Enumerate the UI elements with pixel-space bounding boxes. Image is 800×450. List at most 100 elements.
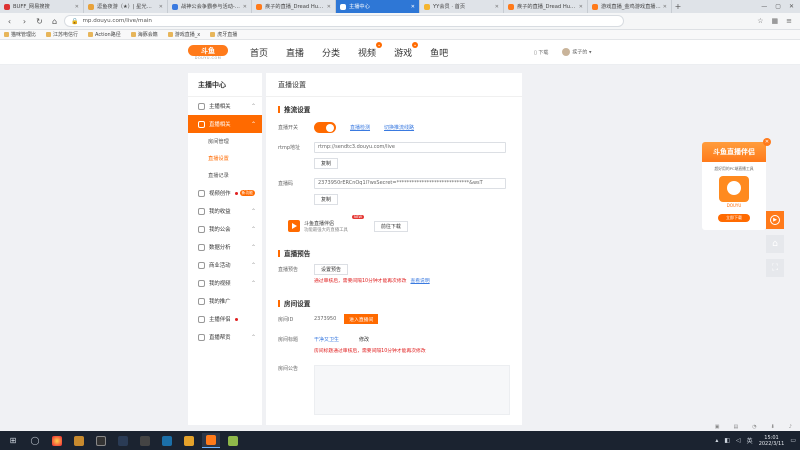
tab-close-icon[interactable]: ✕ xyxy=(663,4,667,10)
nav-home[interactable]: 首页 xyxy=(250,46,268,59)
sidebar-item-income[interactable]: 我的收益 ⌃ xyxy=(188,202,262,220)
clock[interactable]: 15:01 2022/3/11 xyxy=(759,435,785,447)
folder-icon xyxy=(88,32,94,37)
douyu-logo[interactable]: 斗鱼 DOUYU.COM xyxy=(188,44,228,61)
nav-category[interactable]: 分类 xyxy=(322,46,340,59)
stream-toggle[interactable] xyxy=(314,121,336,133)
sidebar-item-analytics[interactable]: 数据分析 ⌃ xyxy=(188,238,262,256)
screen-float-button[interactable]: ⛶ xyxy=(766,259,784,277)
sidebar-sub-live-settings[interactable]: 直播设置 xyxy=(188,150,262,167)
tab-close-icon[interactable]: ✕ xyxy=(327,4,331,10)
status-icon[interactable]: ▣ xyxy=(715,424,720,431)
maximize-icon[interactable]: ▢ xyxy=(775,3,781,10)
sidebar-item-guild[interactable]: 我的公会 ⌃ xyxy=(188,220,262,238)
home-float-button[interactable]: ⌂ xyxy=(766,235,784,253)
back-icon[interactable]: ‹ xyxy=(4,16,15,27)
address-bar[interactable]: 🔒 mp.douyu.com/live/main xyxy=(64,15,624,27)
browser-tab-active[interactable]: 主播中心 ✕ xyxy=(336,0,420,13)
tray-icon[interactable]: ▴ xyxy=(715,437,718,444)
bookmark-item[interactable]: Action路径 xyxy=(88,31,121,38)
stream-check-link[interactable]: 直播检测 xyxy=(350,124,370,131)
browser-tab[interactable]: 战神公会争霸参与活动-大月大幕✕ xyxy=(168,0,252,13)
nav-live[interactable]: 直播 xyxy=(286,46,304,59)
tab-close-icon[interactable]: ✕ xyxy=(159,4,163,10)
tab-close-icon[interactable]: ✕ xyxy=(243,4,247,10)
steam-icon[interactable] xyxy=(158,433,176,448)
tab-close-icon[interactable]: ✕ xyxy=(495,4,499,10)
ad-download-button[interactable]: 立即下载 xyxy=(718,214,750,222)
switch-line-link[interactable]: 切换推流线路 xyxy=(384,124,414,131)
search-icon[interactable]: ◯ xyxy=(26,433,44,448)
sidebar-item-video-creation[interactable]: 视频创作 新功能 xyxy=(188,184,262,202)
bookmark-item[interactable]: 江苏电信行 xyxy=(46,31,78,38)
tab-close-icon[interactable]: ✕ xyxy=(75,4,79,10)
new-tab-icon[interactable]: + xyxy=(672,0,684,13)
start-icon[interactable]: ⊞ xyxy=(4,433,22,448)
bookmark-item[interactable]: 海豚会籍 xyxy=(130,31,158,38)
forward-icon[interactable]: › xyxy=(19,16,30,27)
ime-icon[interactable]: 英 xyxy=(747,436,753,445)
stream-code-field[interactable]: 2373950rERCnOq1l?wsSecret=**************… xyxy=(314,177,506,189)
status-icon[interactable]: ◔ xyxy=(752,424,756,431)
notification-icon[interactable]: ▭ xyxy=(790,437,796,444)
bookmark-item[interactable]: 游戏直播_x xyxy=(167,31,200,38)
sidebar-item-my-video[interactable]: 我的视频 ⌃ xyxy=(188,274,262,292)
enter-room-button[interactable]: 进入直播间 xyxy=(344,314,379,324)
browser-tab[interactable]: 疾子的直播_Dread Hunger ✕ xyxy=(252,0,336,13)
ad-close-icon[interactable]: ✕ xyxy=(763,138,771,146)
browser-tab[interactable]: YY会员 · 首页 ✕ xyxy=(420,0,504,13)
bookmark-item[interactable]: 猫咪管理比 xyxy=(4,31,36,38)
sidebar-item-companion[interactable]: 主播伴侣 xyxy=(188,310,262,328)
nav-video[interactable]: 视频 • xyxy=(358,42,383,59)
edit-title-button[interactable]: 修改 xyxy=(353,333,376,345)
sidebar-item-live[interactable]: 直播相关 ⌃ xyxy=(188,115,262,133)
companion-ad[interactable]: 斗鱼直播伴侣 超好用的PC端直播工具 DOUYU 立即下载 xyxy=(702,142,766,230)
tab-close-icon[interactable]: ✕ xyxy=(579,4,583,10)
bookmark-item[interactable]: 虎牙直播 xyxy=(210,31,237,38)
app-icon[interactable] xyxy=(136,433,154,448)
close-window-icon[interactable]: ✕ xyxy=(789,3,794,10)
volume-icon[interactable]: ◁ xyxy=(736,437,741,444)
sidebar-item-promotion[interactable]: 我的推广 xyxy=(188,292,262,310)
star-icon[interactable]: ☆ xyxy=(757,17,763,25)
user-menu[interactable]: 疾子的 ▾ xyxy=(562,48,591,56)
nav-fishbar[interactable]: 鱼吧 xyxy=(430,46,448,59)
view-notes-link[interactable]: 查看说明 xyxy=(410,279,429,284)
set-preview-button[interactable]: 设置预告 xyxy=(314,263,349,275)
copy-code-button[interactable]: 复制 xyxy=(314,193,339,205)
status-icon[interactable]: ⬇ xyxy=(771,424,775,431)
app-icon[interactable] xyxy=(114,433,132,448)
home-icon[interactable]: ⌂ xyxy=(49,16,60,27)
nav-game[interactable]: 游戏 • xyxy=(394,42,419,59)
copy-rtmp-button[interactable]: 复制 xyxy=(314,157,339,169)
room-notice-row: 房间公告 xyxy=(278,365,510,415)
menu-icon[interactable]: ≡ xyxy=(786,17,792,25)
sidebar-sub-room-manage[interactable]: 房间管理 xyxy=(188,133,262,150)
browser-tab[interactable]: 逗鱼夜游（★）| 星光活动 ✕ xyxy=(84,0,168,13)
room-notice-textarea[interactable] xyxy=(314,365,510,415)
app-icon[interactable] xyxy=(70,433,88,448)
app-icon[interactable] xyxy=(92,433,110,448)
app-icon[interactable] xyxy=(202,433,220,448)
status-icon[interactable]: ▤ xyxy=(733,424,738,431)
reload-icon[interactable]: ↻ xyxy=(34,16,45,27)
download-link[interactable]: ▯ 下载 xyxy=(534,49,548,56)
rtmp-field[interactable]: rtmp://sendtc3.douyu.com/live xyxy=(314,141,506,153)
extensions-icon[interactable]: ▦ xyxy=(772,17,779,25)
sidebar-item-streamer[interactable]: 主播相关 ⌃ xyxy=(188,97,262,115)
play-float-button[interactable]: ▶ xyxy=(766,211,784,229)
sidebar-item-help[interactable]: 直播帮贡 ⌃ xyxy=(188,328,262,346)
browser-tab[interactable]: BUFF_网易搜搜 ✕ xyxy=(0,0,84,13)
status-icon[interactable]: ♪ xyxy=(789,424,792,431)
tab-close-icon[interactable]: ✕ xyxy=(411,4,415,10)
sidebar-sub-live-records[interactable]: 直播记录 xyxy=(188,167,262,184)
download-tool-button[interactable]: 前往下载 xyxy=(373,220,408,232)
browser-tab[interactable]: 疾子的直播_Dread Hunger ✕ xyxy=(504,0,588,13)
app-icon[interactable] xyxy=(48,433,66,448)
browser-tab[interactable]: 游戏直播_金鸡游戏直播平台 ✕ xyxy=(588,0,672,13)
network-icon[interactable]: ◧ xyxy=(724,437,730,444)
app-icon[interactable] xyxy=(180,433,198,448)
app-icon[interactable] xyxy=(224,433,242,448)
sidebar-item-business[interactable]: 商业活动 ⌃ xyxy=(188,256,262,274)
minimize-icon[interactable]: — xyxy=(761,3,767,10)
